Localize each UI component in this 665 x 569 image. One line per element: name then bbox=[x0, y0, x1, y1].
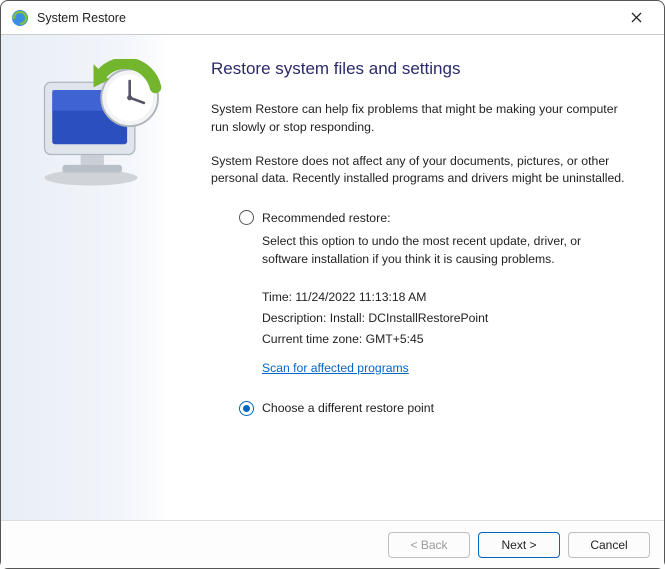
titlebar: System Restore bbox=[1, 1, 664, 35]
option-recommended-label: Recommended restore: bbox=[262, 211, 391, 225]
window-title: System Restore bbox=[37, 11, 616, 25]
option-recommended-desc: Select this option to undo the most rece… bbox=[262, 233, 628, 268]
scan-affected-programs-link[interactable]: Scan for affected programs bbox=[262, 361, 409, 375]
detail-time: Time: 11/24/2022 11:13:18 AM bbox=[262, 287, 628, 308]
restore-graphic-icon bbox=[29, 177, 171, 191]
option-different[interactable]: Choose a different restore point bbox=[239, 401, 628, 416]
radio-recommended[interactable] bbox=[239, 210, 254, 225]
close-button[interactable] bbox=[616, 4, 656, 32]
radio-different[interactable] bbox=[239, 401, 254, 416]
option-different-label: Choose a different restore point bbox=[262, 401, 434, 415]
intro-paragraph-1: System Restore can help fix problems tha… bbox=[211, 101, 628, 137]
option-recommended[interactable]: Recommended restore: bbox=[239, 210, 628, 225]
system-restore-window: System Restore bbox=[0, 0, 665, 569]
detail-description: Description: Install: DCInstallRestorePo… bbox=[262, 308, 628, 329]
detail-timezone: Current time zone: GMT+5:45 bbox=[262, 329, 628, 350]
back-button: < Back bbox=[388, 532, 470, 558]
wizard-footer: < Back Next > Cancel bbox=[1, 520, 664, 568]
system-restore-icon bbox=[11, 9, 29, 27]
wizard-body: Restore system files and settings System… bbox=[1, 35, 664, 520]
intro-paragraph-2: System Restore does not affect any of yo… bbox=[211, 153, 628, 189]
cancel-button[interactable]: Cancel bbox=[568, 532, 650, 558]
wizard-sidebar bbox=[1, 35, 171, 520]
next-button[interactable]: Next > bbox=[478, 532, 560, 558]
restore-point-details: Time: 11/24/2022 11:13:18 AM Description… bbox=[262, 287, 628, 351]
restore-options: Recommended restore: Select this option … bbox=[239, 210, 628, 415]
page-heading: Restore system files and settings bbox=[211, 59, 628, 79]
wizard-content: Restore system files and settings System… bbox=[171, 35, 664, 520]
